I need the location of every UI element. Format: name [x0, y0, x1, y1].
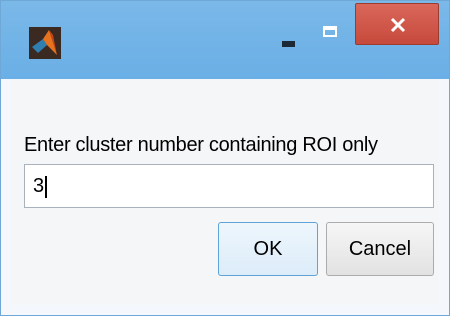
ok-button[interactable]: OK: [218, 222, 318, 276]
maximize-button[interactable]: [311, 13, 349, 49]
close-button[interactable]: [355, 3, 439, 45]
close-icon: [390, 17, 406, 33]
text-caret: [45, 175, 48, 198]
minimize-icon: [282, 41, 295, 47]
matlab-icon: [29, 27, 61, 59]
minimize-button[interactable]: [269, 21, 307, 57]
cluster-number-input[interactable]: 3: [24, 164, 434, 208]
maximize-icon: [323, 26, 337, 37]
input-value: 3: [33, 175, 48, 198]
title-bar[interactable]: [1, 1, 449, 79]
prompt-label: Enter cluster number containing ROI only: [24, 134, 378, 156]
cancel-button[interactable]: Cancel: [326, 222, 434, 276]
